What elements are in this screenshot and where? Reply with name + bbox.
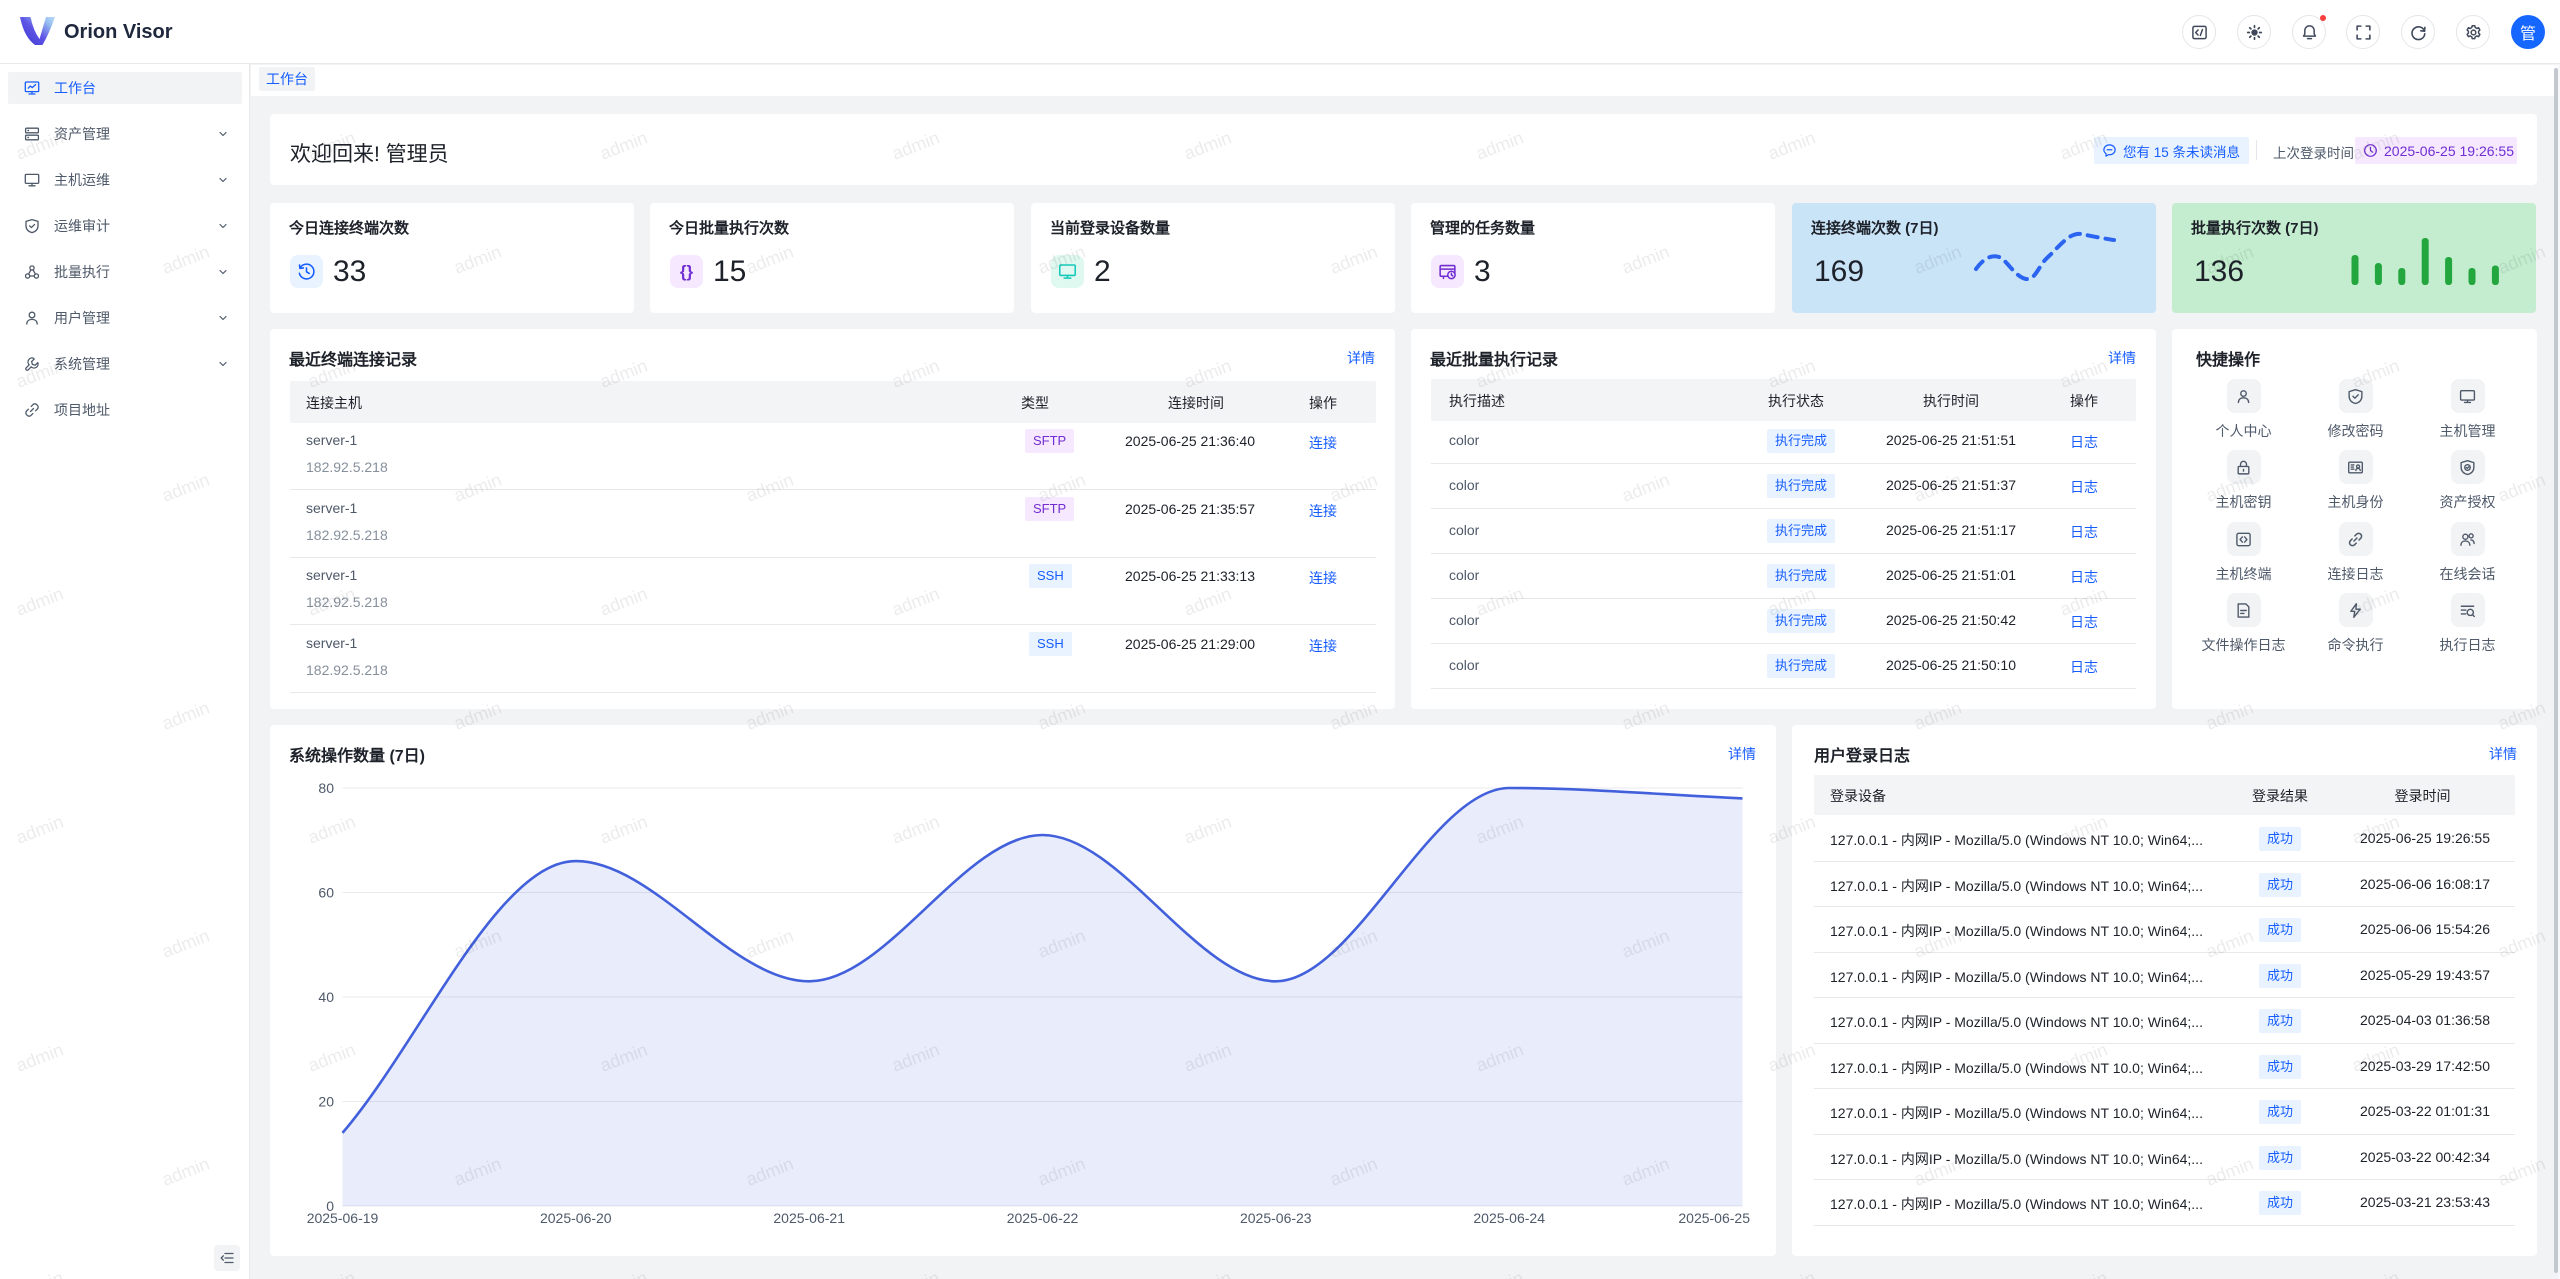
svg-text:2025-06-21: 2025-06-21 [773,1210,845,1226]
svg-text:80: 80 [318,780,334,796]
svg-text:2025-06-19: 2025-06-19 [307,1210,379,1226]
svg-text:20: 20 [318,1094,334,1110]
svg-text:40: 40 [318,989,334,1005]
svg-text:2025-06-23: 2025-06-23 [1240,1210,1312,1226]
svg-text:2025-06-24: 2025-06-24 [1473,1210,1545,1226]
svg-text:2025-06-20: 2025-06-20 [540,1210,612,1226]
svg-text:2025-06-22: 2025-06-22 [1007,1210,1079,1226]
svg-text:60: 60 [318,885,334,901]
svg-text:2025-06-25: 2025-06-25 [1678,1210,1750,1226]
